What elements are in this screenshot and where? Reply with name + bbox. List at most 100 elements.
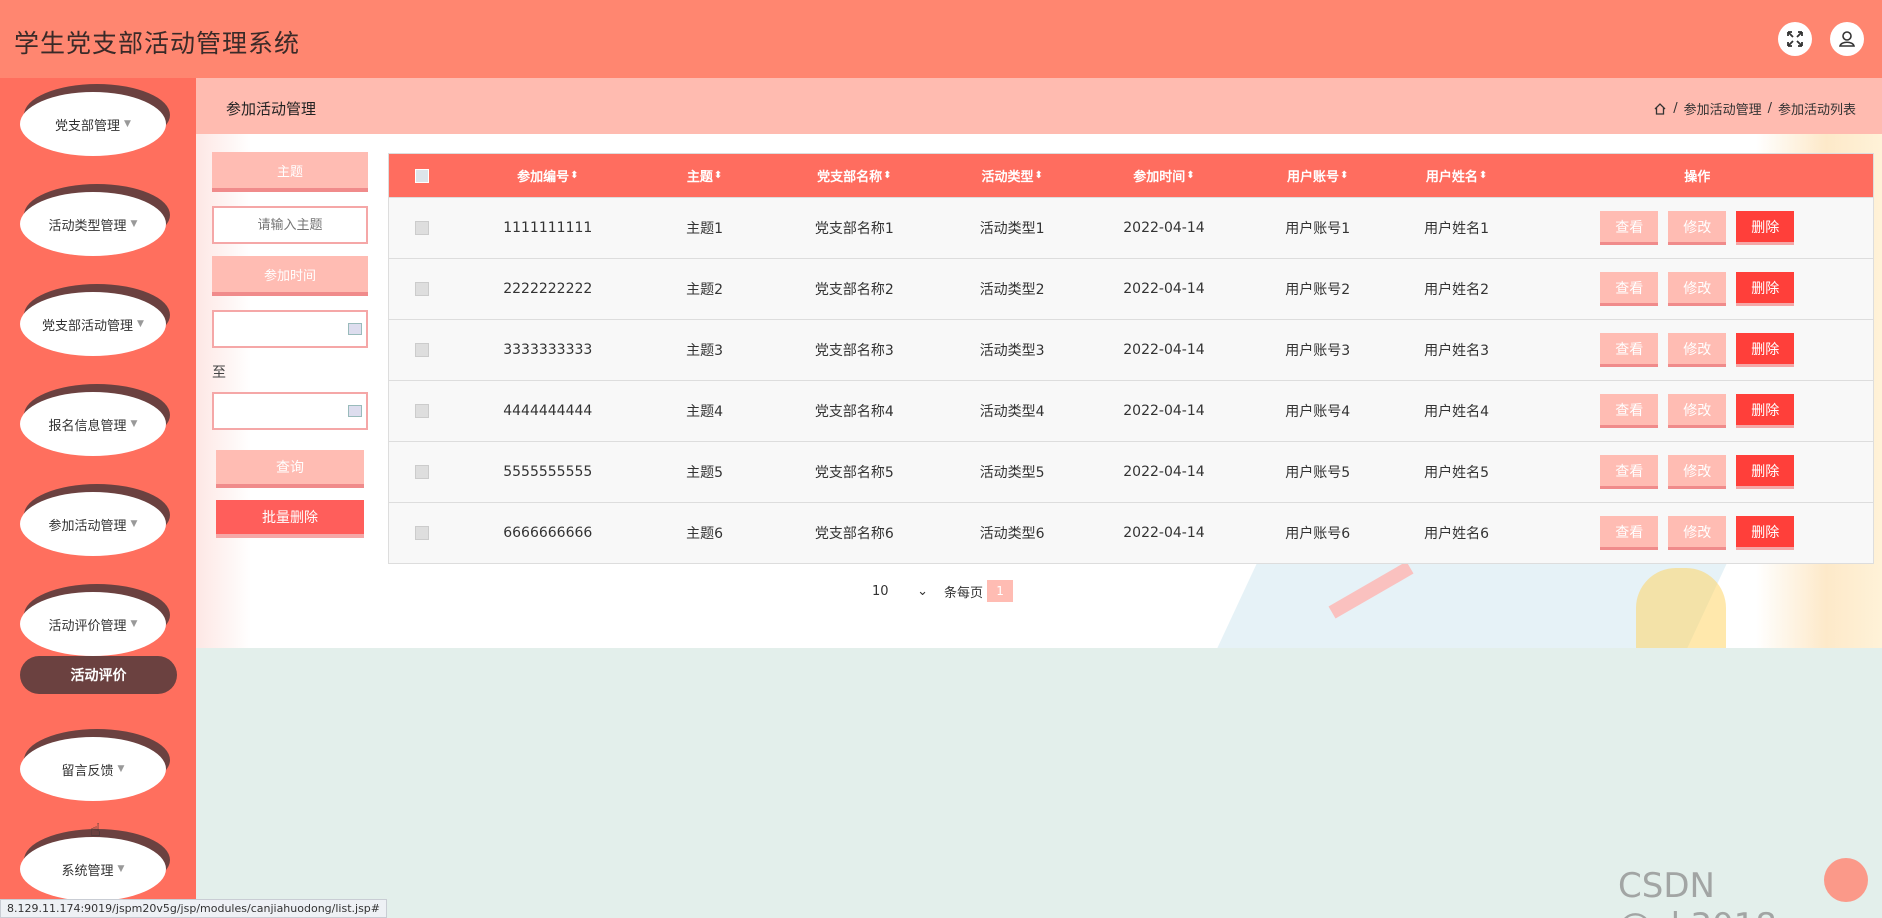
hand-cursor-icon: ☝ [90,820,101,841]
sidebar-item-label: 报名信息管理 [48,418,127,434]
table-cell: 2022-04-14 [1123,342,1205,358]
caret-down-icon: ▼ [124,119,131,129]
calendar-icon[interactable] [348,405,362,417]
table-cell: 2222222222 [503,281,593,297]
view-button[interactable]: 查看 [1600,211,1659,245]
edit-button[interactable]: 修改 [1668,211,1727,245]
sidebar-item-feedback[interactable]: 留言反馈 ▼ [20,729,170,805]
column-header[interactable]: 用户账号 ⬍ [1244,154,1392,197]
table-row: 2222222222 主题2 党支部名称2 活动类型2 2022-04-14 用户账号2 用… [389,258,1873,319]
sidebar-subitem-review[interactable]: 活动评价 [20,656,177,694]
table-row: 6666666666 主题6 党支部名称6 活动类型6 2022-04-14 用户账号6 用… [389,502,1873,563]
table-cell: 党支部名称2 [814,282,894,298]
table-body: 1111111111 主题1 党支部名称1 活动类型1 2022-04-14 用户账号1 用… [389,197,1873,563]
home-icon[interactable] [1653,102,1667,116]
caret-down-icon: ▼ [130,219,138,229]
column-header[interactable]: 活动类型 ⬍ [940,154,1084,197]
view-button[interactable]: 查看 [1600,272,1659,306]
column-header[interactable]: 参加时间 ⬍ [1084,154,1244,197]
end-date-input[interactable] [212,392,368,430]
view-button[interactable]: 查看 [1600,516,1659,550]
table-row: 3333333333 主题3 党支部名称3 活动类型3 2022-04-14 用户账号3 用… [389,319,1873,380]
table-cell: 1111111111 [503,220,593,236]
sort-icon: ⬍ [1478,170,1488,181]
row-checkbox[interactable] [414,221,429,235]
caret-down-icon: ▼ [130,519,138,529]
pagination: 10 ⌄ 条每页 1 [872,580,1014,602]
table-cell: 5555555555 [503,464,593,480]
page-size-select[interactable]: 10 ⌄ [872,584,932,599]
edit-button[interactable]: 修改 [1668,394,1727,428]
table-cell: 用户账号1 [1285,221,1351,237]
sort-icon: ⬍ [883,170,892,181]
batch-delete-button[interactable]: 批量删除 [216,500,364,538]
table-cell: 2022-04-14 [1123,220,1205,236]
column-header[interactable]: 参加编号 ⬍ [455,154,641,197]
sidebar-item-activity-type[interactable]: 活动类型管理 ▼ [20,184,170,260]
table-cell: 活动类型6 [979,526,1045,542]
table-cell: 2022-04-14 [1123,403,1205,419]
table-cell: 主题2 [686,282,724,298]
start-date-input[interactable] [212,310,368,348]
delete-button[interactable]: 删除 [1736,333,1795,367]
edit-button[interactable]: 修改 [1668,272,1727,306]
table-cell: 用户账号2 [1285,282,1351,298]
delete-button[interactable]: 删除 [1736,394,1795,428]
table-cell: 用户姓名3 [1424,343,1490,359]
edit-button[interactable]: 修改 [1668,455,1727,489]
table-cell: 4444444444 [503,403,593,419]
floating-action-button[interactable] [1824,858,1868,902]
expand-icon[interactable] [1778,22,1812,56]
edit-button[interactable]: 修改 [1668,516,1727,550]
column-header[interactable]: 主题 ⬍ [641,154,769,197]
column-header[interactable]: 党支部名称 ⬍ [768,154,940,197]
caret-down-icon: ▼ [117,864,125,874]
breadcrumb-bar: 参加活动管理 / 参加活动管理 / 参加活动列表 [196,78,1882,134]
table-cell: 2022-04-14 [1123,281,1205,297]
edit-button[interactable]: 修改 [1668,333,1727,367]
column-header[interactable]: 用户姓名 ⬍ [1392,154,1522,197]
table-cell: 2022-04-14 [1123,464,1205,480]
delete-button[interactable]: 删除 [1736,455,1795,489]
caret-down-icon: ▼ [130,419,138,429]
view-button[interactable]: 查看 [1600,333,1659,367]
sort-icon: ⬍ [570,170,579,181]
subject-input[interactable] [212,206,368,244]
table-cell: 主题6 [686,526,724,542]
table-cell: 党支部名称5 [814,465,894,481]
delete-button[interactable]: 删除 [1736,516,1795,550]
sidebar-item-label: 党支部活动管理 [42,318,134,334]
status-bar-url: 8.129.11.174:9019/jspm20v5g/jsp/modules/… [0,899,387,918]
join-time-label: 参加时间 [212,256,368,296]
row-checkbox[interactable] [414,465,429,479]
delete-button[interactable]: 删除 [1736,272,1795,306]
sidebar-item-branch-activity[interactable]: 党支部活动管理 ▼ [20,284,170,360]
row-checkbox[interactable] [414,526,429,540]
view-button[interactable]: 查看 [1600,455,1659,489]
row-checkbox[interactable] [414,282,429,296]
query-button[interactable]: 查询 [216,450,364,488]
row-checkbox[interactable] [414,404,429,418]
sidebar-item-join-activity[interactable]: 参加活动管理 ▼ [20,484,170,560]
sidebar-item-party-branch[interactable]: 党支部管理 ▼ [20,84,170,160]
sidebar-item-label: 参加活动管理 [48,518,127,534]
select-all-checkbox[interactable] [414,168,429,183]
row-checkbox[interactable] [414,343,429,357]
delete-button[interactable]: 删除 [1736,211,1795,245]
view-button[interactable]: 查看 [1600,394,1659,428]
user-icon[interactable] [1830,22,1864,56]
breadcrumb-separator: / [1767,101,1772,116]
calendar-icon[interactable] [348,323,362,335]
sort-icon: ⬍ [1340,170,1349,181]
sidebar-item-label: 留言反馈 [61,763,114,779]
page-number[interactable]: 1 [987,580,1014,602]
table-row: 1111111111 主题1 党支部名称1 活动类型1 2022-04-14 用户账号1 用… [389,197,1873,258]
breadcrumb-item[interactable]: 参加活动管理 [1684,99,1762,118]
table-cell: 3333333333 [503,342,593,358]
table-row: 4444444444 主题4 党支部名称4 活动类型4 2022-04-14 用户账号4 用… [389,380,1873,441]
main-content: 参加活动管理 / 参加活动管理 / 参加活动列表 主题 参加时间 至 查询 批量… [196,78,1882,648]
sidebar-item-signup-info[interactable]: 报名信息管理 ▼ [20,384,170,460]
table-cell: 活动类型4 [979,404,1045,420]
sidebar-item-system[interactable]: 系统管理 ▼ [20,829,170,905]
sidebar-item-activity-review[interactable]: 活动评价管理 ▼ [20,584,170,660]
